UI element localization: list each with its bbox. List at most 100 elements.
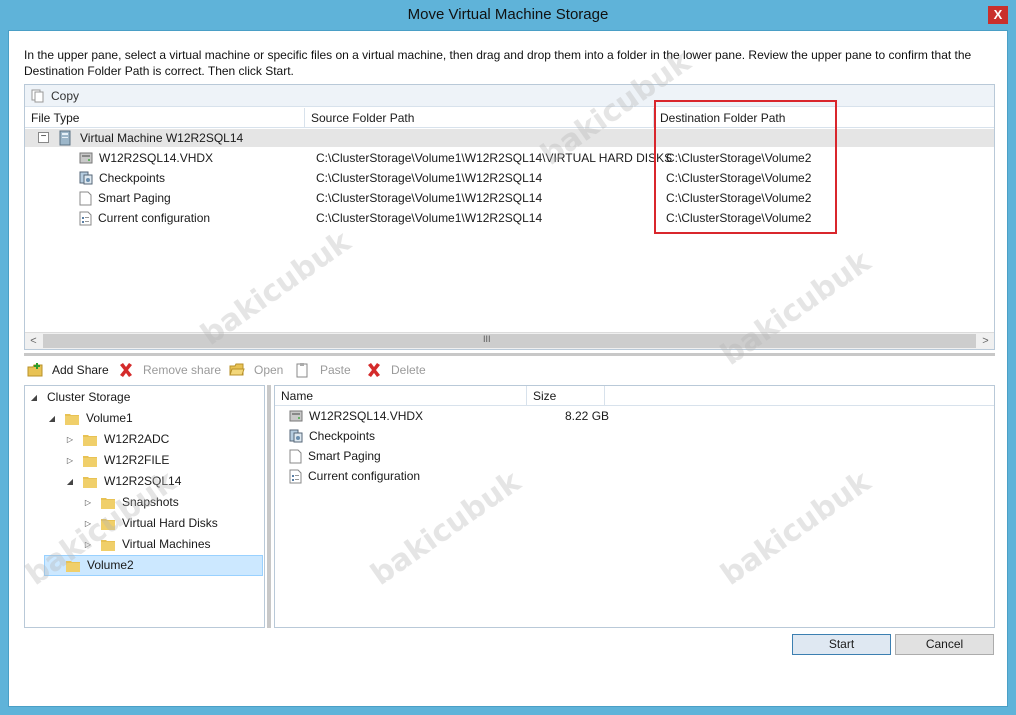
scroll-thumb[interactable] <box>43 334 976 348</box>
source-path: C:\ClusterStorage\Volume1\W12R2SQL14 <box>316 171 543 185</box>
add-share-icon <box>27 363 43 377</box>
vm-icon <box>59 130 71 146</box>
upper-column-headers: File Type Source Folder Path Destination… <box>25 108 994 128</box>
copy-label: Copy <box>51 89 80 103</box>
storage-tree[interactable]: ◢ Cluster Storage ◢ Volume1 ▷ W12R2ADC ▷… <box>24 385 265 628</box>
file-name: Current configuration <box>98 211 211 225</box>
list-item[interactable]: W12R2SQL14.VHDX <box>289 406 423 426</box>
add-share-button[interactable]: Add Share <box>27 362 109 378</box>
instructions-text: In the upper pane, select a virtual mach… <box>24 48 972 78</box>
delete-x-icon <box>368 363 380 377</box>
horizontal-scrollbar[interactable]: < III > <box>25 332 994 349</box>
folder-icon <box>83 455 97 467</box>
collapsed-arrow-icon[interactable]: ▷ <box>83 492 93 513</box>
list-item-name: Checkpoints <box>309 429 376 443</box>
file-row[interactable]: Checkpoints <box>79 168 165 188</box>
source-path: C:\ClusterStorage\Volume1\W12R2SQL14 <box>316 211 543 225</box>
collapsed-arrow-icon[interactable]: ▷ <box>83 513 93 534</box>
open-label: Open <box>254 363 284 377</box>
column-name[interactable]: Name <box>275 386 527 406</box>
remove-share-button[interactable]: Remove share <box>118 362 221 378</box>
collapsed-arrow-icon[interactable]: ▷ <box>65 450 75 471</box>
folder-icon <box>65 413 79 425</box>
column-size[interactable]: Size <box>527 386 605 406</box>
paste-icon <box>296 363 308 378</box>
expand-arrow-icon[interactable]: ◢ <box>47 408 57 429</box>
tree-item-w12r2adc[interactable]: ▷ W12R2ADC <box>65 429 169 450</box>
window-title: Move Virtual Machine Storage <box>407 6 609 23</box>
disk-icon <box>79 152 93 164</box>
tree-item-virtual-hard-disks[interactable]: ▷ Virtual Hard Disks <box>83 513 218 534</box>
list-item[interactable]: Current configuration <box>289 466 420 486</box>
file-name: Checkpoints <box>99 171 166 185</box>
tree-label: Cluster Storage <box>47 390 131 404</box>
title-bar: Move Virtual Machine Storage X <box>0 0 1016 30</box>
tree-label: W12R2ADC <box>104 432 170 446</box>
vertical-splitter[interactable] <box>267 385 271 628</box>
folder-icon <box>101 539 115 551</box>
list-item-name: Smart Paging <box>308 449 381 463</box>
source-path: C:\ClusterStorage\Volume1\W12R2SQL14\VIR… <box>316 151 673 165</box>
paste-label: Paste <box>320 363 351 377</box>
tree-item-volume1[interactable]: ◢ Volume1 <box>47 408 133 429</box>
file-row[interactable]: W12R2SQL14.VHDX <box>79 148 213 168</box>
folder-icon <box>101 497 115 509</box>
folder-icon <box>83 434 97 446</box>
page-icon <box>289 449 302 463</box>
source-path: C:\ClusterStorage\Volume1\W12R2SQL14 <box>316 191 543 205</box>
tree-label: Volume2 <box>87 558 134 572</box>
list-item-size: 8.22 GB <box>565 409 610 423</box>
list-item[interactable]: Smart Paging <box>289 446 381 466</box>
paste-button[interactable]: Paste <box>295 362 351 378</box>
file-name: Smart Paging <box>98 191 171 205</box>
file-row[interactable]: Smart Paging <box>79 188 171 208</box>
open-button[interactable]: Open <box>229 362 283 378</box>
tree-item-w12r2file[interactable]: ▷ W12R2FILE <box>65 450 169 471</box>
config-icon <box>289 469 302 483</box>
tree-label: Volume1 <box>86 411 133 425</box>
collapsed-arrow-icon[interactable]: ▷ <box>83 534 93 555</box>
tree-item-volume2[interactable]: Volume2 <box>44 555 263 576</box>
tree-item-virtual-machines[interactable]: ▷ Virtual Machines <box>83 534 211 555</box>
file-name: W12R2SQL14.VHDX <box>99 151 214 165</box>
scroll-right-arrow[interactable]: > <box>977 333 994 349</box>
remove-x-icon <box>120 363 132 377</box>
column-source-folder-path[interactable]: Source Folder Path <box>305 108 654 128</box>
checkpoints-icon <box>289 429 303 443</box>
scroll-grip-icon: III <box>483 334 491 344</box>
delete-button[interactable]: Delete <box>366 362 426 378</box>
tree-item-w12r2sql14[interactable]: ◢ W12R2SQL14 <box>65 471 181 492</box>
remove-share-label: Remove share <box>143 363 222 377</box>
folder-icon <box>83 476 97 488</box>
tree-item-cluster-storage[interactable]: ◢ Cluster Storage <box>29 387 130 408</box>
collapse-toggle[interactable]: − <box>38 132 49 143</box>
cancel-button[interactable]: Cancel <box>895 634 994 655</box>
tree-item-snapshots[interactable]: ▷ Snapshots <box>83 492 179 513</box>
expand-arrow-icon[interactable]: ◢ <box>29 387 39 408</box>
dialog-body: In the upper pane, select a virtual mach… <box>8 30 1008 707</box>
vm-files-pane[interactable]: Copy File Type Source Folder Path Destin… <box>24 84 995 350</box>
tree-label: Virtual Machines <box>122 537 211 551</box>
collapsed-arrow-icon[interactable]: ▷ <box>65 429 75 450</box>
tree-label: Snapshots <box>122 495 179 509</box>
folder-contents-list[interactable]: Name Size W12R2SQL14.VHDX 8.22 GB Checkp… <box>274 385 995 628</box>
expand-arrow-icon[interactable]: ◢ <box>65 471 75 492</box>
delete-label: Delete <box>391 363 426 377</box>
tree-label: W12R2FILE <box>104 453 170 467</box>
column-filler <box>605 386 994 406</box>
destination-highlight-box <box>654 100 837 234</box>
vm-row[interactable]: − Virtual Machine W12R2SQL14 <box>25 129 994 147</box>
add-share-label: Add Share <box>52 363 109 377</box>
close-button[interactable]: X <box>988 6 1008 24</box>
column-file-type[interactable]: File Type <box>25 108 305 128</box>
pane-splitter[interactable] <box>24 353 995 356</box>
copy-button[interactable]: Copy <box>31 88 79 104</box>
config-icon <box>79 211 92 225</box>
folder-icon <box>66 560 80 572</box>
tree-label: W12R2SQL14 <box>104 474 182 488</box>
file-row[interactable]: Current configuration <box>79 208 210 228</box>
scroll-left-arrow[interactable]: < <box>25 333 42 349</box>
list-item[interactable]: Checkpoints <box>289 426 375 446</box>
list-item-name: Current configuration <box>308 469 421 483</box>
start-button[interactable]: Start <box>792 634 891 655</box>
